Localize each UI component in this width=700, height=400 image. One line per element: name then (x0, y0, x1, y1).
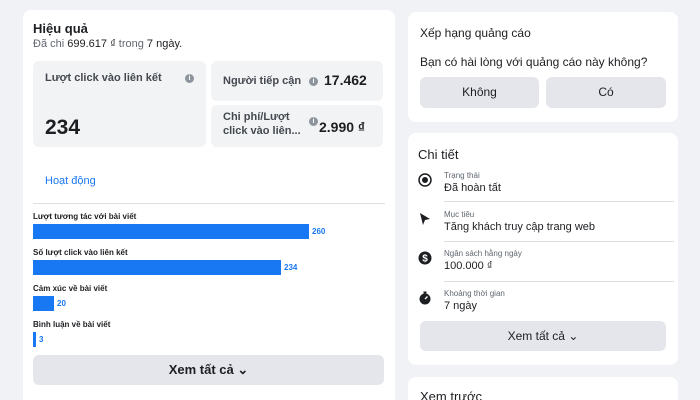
duration-days: 7 ngày. (146, 38, 183, 50)
bar (33, 332, 36, 347)
tab-activity[interactable]: Hoạt động (45, 175, 96, 187)
budget-caption: Ngân sách hằng ngày (444, 249, 522, 258)
link-clicks-stat: Lượt click vào liên kết i 234 (33, 61, 206, 147)
budget-row: $ Ngân sách hằng ngày 100.000 ₫ (418, 249, 668, 279)
bar-value: 260 (312, 227, 326, 236)
cpc-label-line1: Chi phí/Lượt (223, 111, 290, 123)
tab-divider (33, 203, 385, 204)
link-clicks-value: 234 (45, 116, 81, 139)
subtitle-mid: trong (118, 38, 144, 50)
duration-value: 7 ngày (444, 300, 478, 312)
duration-row: Khoảng thời gian 7 ngày (418, 289, 668, 319)
info-icon[interactable]: i (309, 77, 318, 86)
performance-subtitle: Đã chi 699.617 ₫ trong 7 ngày. (33, 38, 182, 50)
details-see-all-button[interactable]: Xem tất cả ⌄ (420, 321, 666, 351)
preview-title: Xem trước (420, 389, 483, 400)
divider (444, 201, 674, 202)
cursor-icon (420, 213, 430, 225)
bar-value: 234 (284, 263, 298, 272)
bar-label: Cảm xúc về bài viết (33, 284, 108, 293)
rating-question: Bạn có hài lòng với quảng cáo này không? (420, 55, 648, 69)
money-icon: $ (418, 251, 432, 265)
goal-row: Mục tiêu Tăng khách truy cập trang web (418, 210, 668, 240)
link-clicks-label: Lượt click vào liên kết (45, 72, 162, 84)
subtitle-prefix: Đã chi (33, 38, 65, 50)
info-icon[interactable]: i (185, 74, 194, 83)
no-button[interactable]: Không (420, 77, 539, 108)
divider (444, 281, 674, 282)
reach-value: 17.462 (324, 72, 367, 88)
cpc-label-line2: click vào liên... (223, 125, 301, 137)
goal-value: Tăng khách truy cập trang web (444, 221, 596, 233)
reach-stat: Người tiếp cận i 17.462 (211, 61, 383, 101)
performance-title: Hiệu quả (33, 21, 88, 36)
details-title: Chi tiết (418, 147, 459, 162)
radio-status-icon (418, 173, 432, 187)
bar-label: Số lượt click vào liên kết (33, 248, 128, 257)
duration-caption: Khoảng thời gian (444, 289, 505, 298)
status-row: Trạng thái Đã hoàn tất (418, 171, 668, 201)
status-value: Đã hoàn tất (444, 182, 501, 194)
bar-value: 3 (39, 335, 44, 344)
svg-text:$: $ (422, 254, 428, 265)
bar-label: Bình luận về bài viết (33, 320, 111, 329)
bar-value: 20 (57, 299, 66, 308)
details-card: Chi tiết Trạng thái Đã hoàn tất Mục tiêu… (408, 133, 678, 365)
cpc-value: 2.990 ₫ (319, 119, 366, 135)
rating-title: Xếp hạng quảng cáo (420, 26, 531, 40)
yes-button[interactable]: Có (546, 77, 666, 108)
amount-spent: 699.617 ₫ (67, 38, 116, 50)
divider (444, 241, 674, 242)
ad-rating-card: Xếp hạng quảng cáo Bạn có hài lòng với q… (408, 12, 678, 122)
bar (33, 260, 281, 275)
bar (33, 296, 54, 311)
stopwatch-icon (419, 291, 431, 305)
preview-card: Xem trước (408, 377, 678, 400)
info-icon[interactable]: i (309, 117, 318, 126)
see-all-button[interactable]: Xem tất cả ⌄ (33, 355, 384, 385)
status-caption: Trạng thái (444, 171, 480, 180)
cpc-stat: Chi phí/Lượt click vào liên... i 2.990 ₫ (211, 105, 383, 147)
bar-label: Lượt tương tác với bài viết (33, 212, 137, 221)
bar (33, 224, 309, 239)
budget-value: 100.000 ₫ (444, 260, 493, 272)
reach-label: Người tiếp cận (223, 75, 302, 87)
goal-caption: Mục tiêu (444, 210, 475, 219)
performance-card: Hiệu quả Đã chi 699.617 ₫ trong 7 ngày. … (23, 10, 395, 400)
